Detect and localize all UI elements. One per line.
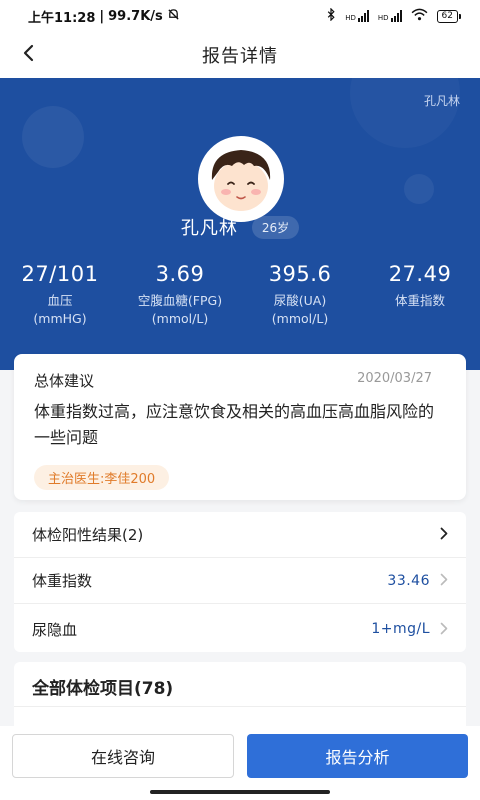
chevron-right-icon — [440, 620, 448, 639]
avatar[interactable] — [198, 136, 284, 222]
result-row-urine-blood[interactable]: 尿隐血 1+mg/L — [14, 606, 466, 652]
metric-label: 体重指数 — [394, 293, 445, 308]
bluetooth-icon — [326, 7, 336, 24]
metric-label: 血压 — [47, 293, 73, 308]
online-consult-button[interactable]: 在线咨询 — [12, 734, 234, 778]
metrics-row: 27/101 血压 (mmHG) 3.69 空腹血糖(FPG) (mmol/L)… — [0, 262, 480, 327]
row-right: 1+mg/L — [371, 620, 448, 639]
metric-bmi: 27.49 体重指数 — [360, 262, 480, 327]
mute-icon — [167, 8, 180, 25]
metric-label: 空腹血糖(FPG) — [137, 293, 223, 308]
bottom-action-bar: 在线咨询 报告分析 — [0, 726, 480, 788]
decorative-bubble — [350, 78, 460, 148]
results-card: 体检阳性结果(2) 体重指数 33.46 尿隐血 1+mg/L — [14, 512, 466, 652]
signal-label-1: HD — [345, 14, 356, 22]
metric-uric-acid: 395.6 尿酸(UA) (mmol/L) — [240, 262, 360, 327]
metric-value: 3.69 — [155, 262, 205, 286]
row-label: 尿隐血 — [32, 620, 78, 639]
all-items-title: 全部体检项目(78) — [32, 679, 174, 699]
signal-icon-1: HD — [345, 10, 369, 22]
row-label: 体检阳性结果(2) — [32, 526, 144, 544]
metric-value: 27/101 — [21, 262, 99, 286]
metric-fasting-glucose: 3.69 空腹血糖(FPG) (mmol/L) — [120, 262, 240, 327]
corner-name: 孔凡林 — [423, 94, 460, 108]
profile-header: 孔凡林 孔凡林 26岁 27/101 血压 (mmHG) 3.69 空腹血糖(F… — [0, 78, 480, 370]
metric-value: 27.49 — [388, 262, 452, 286]
advice-text: 体重指数过高，应注意饮食及相关的高血压高血脂风险的一些问题 — [34, 402, 435, 447]
report-analysis-button[interactable]: 报告分析 — [247, 734, 468, 778]
cartoon-face-icon — [202, 140, 280, 218]
row-value: 33.46 — [387, 572, 430, 589]
result-row-bmi[interactable]: 体重指数 33.46 — [14, 558, 466, 604]
chevron-left-icon — [22, 44, 34, 66]
home-indicator[interactable] — [150, 790, 330, 794]
chevron-right-icon — [440, 571, 448, 590]
wifi-icon — [411, 8, 428, 24]
metric-label: 尿酸(UA) — [273, 293, 327, 308]
metric-unit: (mmol/L) — [271, 311, 329, 326]
advice-title: 总体建议 — [34, 372, 95, 390]
battery-icon: 62 — [436, 9, 462, 23]
signal-icon-2: HD — [378, 10, 402, 22]
doctor-badge: 主治医生:李佳200 — [34, 465, 170, 490]
metric-unit: (mmHG) — [33, 311, 87, 326]
row-right: 33.46 — [387, 571, 448, 590]
decorative-bubble — [22, 106, 84, 168]
metric-blood-pressure: 27/101 血压 (mmHG) — [0, 262, 120, 327]
signal-label-2: HD — [377, 14, 389, 22]
advice-date: 2020/03/27 — [357, 371, 432, 386]
status-separator: | — [99, 8, 105, 24]
decorative-bubble — [404, 174, 434, 204]
page-title: 报告详情 — [202, 46, 278, 67]
back-button[interactable] — [12, 39, 44, 71]
status-right: HD HD 62 — [326, 7, 462, 24]
metric-value: 395.6 — [268, 262, 332, 286]
status-left: 上午11:28 | 99.7K/s — [28, 7, 180, 26]
metric-unit: (mmol/L) — [151, 311, 209, 326]
age-badge: 26岁 — [251, 215, 300, 239]
status-bar: 上午11:28 | 99.7K/s HD HD 62 — [0, 0, 480, 32]
network-speed: 99.7K/s — [108, 8, 163, 24]
chevron-right-icon — [440, 525, 448, 544]
advice-card: 总体建议 2020/03/27 体重指数过高，应注意饮食及相关的高血压高血脂风险… — [14, 354, 466, 500]
divider — [14, 706, 466, 707]
nav-bar: 报告详情 — [0, 32, 480, 78]
positive-results-row[interactable]: 体检阳性结果(2) — [14, 512, 466, 558]
all-items-card: 全部体检项目(78) — [14, 662, 466, 732]
row-value: 1+mg/L — [371, 621, 430, 637]
status-time: 上午11:28 — [28, 10, 96, 26]
profile-row: 孔凡林 26岁 — [0, 214, 480, 240]
row-label: 体重指数 — [32, 572, 93, 590]
patient-name: 孔凡林 — [180, 218, 238, 239]
